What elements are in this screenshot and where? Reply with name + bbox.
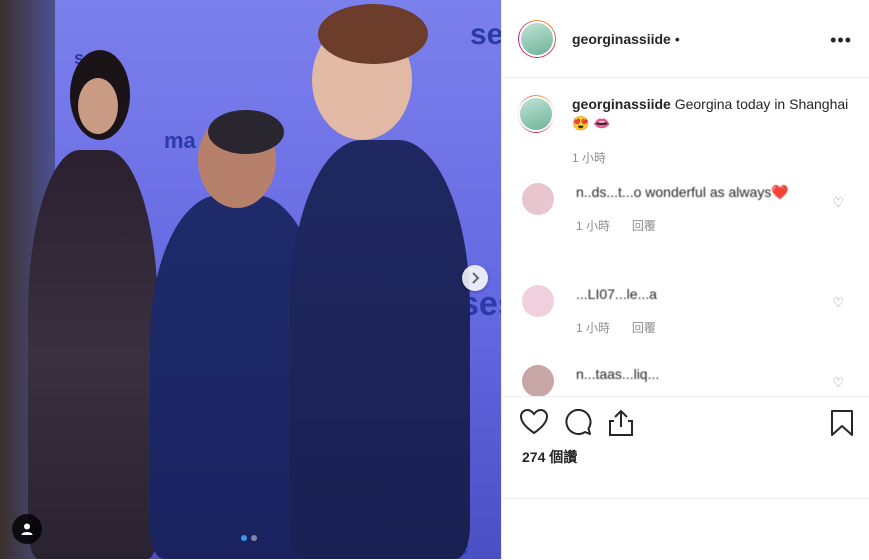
comment-text: ...LI07...le...a [576, 286, 657, 302]
comment-item: ...LI07...le...a 1 小時 回覆 ♡ [518, 285, 858, 338]
comment-time[interactable]: 1 小時 [576, 219, 610, 233]
header-separator: • [674, 30, 680, 47]
person-woman-face [78, 78, 118, 134]
comment-like-icon[interactable]: ♡ [832, 373, 844, 392]
caption-time[interactable]: 1 小時 [572, 149, 858, 168]
comment-time[interactable]: 1 小時 [576, 321, 610, 335]
reply-button[interactable]: 回覆 [632, 219, 656, 233]
commenter-avatar[interactable] [522, 365, 554, 397]
save-button[interactable] [830, 409, 854, 442]
person-young-man [290, 140, 470, 559]
comment-text: n...taas...liq... [576, 366, 660, 382]
caption-username[interactable]: georginassiide [572, 96, 671, 112]
commenter-avatar[interactable] [522, 183, 554, 215]
backdrop-brand-text: ma [164, 128, 196, 153]
more-options-icon[interactable]: ••• [830, 30, 852, 51]
header-username[interactable]: georginassiide [572, 31, 671, 47]
next-photo-button[interactable] [462, 265, 488, 291]
share-button[interactable] [608, 409, 634, 442]
profile-avatar [519, 20, 555, 57]
person-woman [28, 150, 158, 559]
comment-like-icon[interactable]: ♡ [832, 293, 844, 312]
carousel-dot [241, 535, 247, 541]
comment-button[interactable] [564, 408, 592, 442]
profile-avatar-ring[interactable] [518, 19, 556, 58]
caption-text-block: georginassiide Georgina today in Shangha… [572, 95, 858, 168]
post-sidebar: georginassiide • ••• georginassiide Geor… [501, 0, 869, 559]
caption-avatar [518, 96, 554, 132]
comments-section: georginassiide Georgina today in Shangha… [518, 95, 858, 397]
user-icon [21, 523, 33, 535]
chevron-right-icon [472, 272, 480, 284]
heart-icon [519, 408, 549, 435]
post-photo[interactable]: se se ma ses se [0, 0, 501, 559]
share-icon [609, 409, 633, 436]
post-header: georginassiide • ••• [502, 0, 869, 78]
comment-item: n...taas...liq... ♡ [518, 365, 858, 397]
person-older-man-hair [208, 110, 284, 154]
comment-like-icon[interactable]: ♡ [832, 193, 844, 212]
add-comment-area[interactable] [502, 498, 869, 560]
carousel-indicator [241, 535, 257, 541]
reply-button[interactable]: 回覆 [632, 321, 656, 335]
post-actions: 274 個讚 [502, 396, 869, 507]
tagged-users-button[interactable] [12, 514, 42, 544]
bookmark-icon [831, 410, 853, 436]
comment-text: n..ds...t...o wonderful as always❤️ [576, 184, 789, 200]
commenter-avatar[interactable] [522, 285, 554, 317]
comment-item: n..ds...t...o wonderful as always❤️ 1 小時… [518, 183, 858, 236]
carousel-dot [251, 535, 257, 541]
likes-count[interactable]: 274 個讚 [522, 447, 577, 467]
caption-avatar-ring[interactable] [518, 95, 554, 133]
comment-icon [565, 408, 592, 435]
person-young-man-hair [318, 4, 428, 64]
backdrop-brand-text: se [470, 18, 501, 51]
post-caption: georginassiide Georgina today in Shangha… [518, 95, 858, 168]
like-button[interactable] [519, 408, 549, 440]
